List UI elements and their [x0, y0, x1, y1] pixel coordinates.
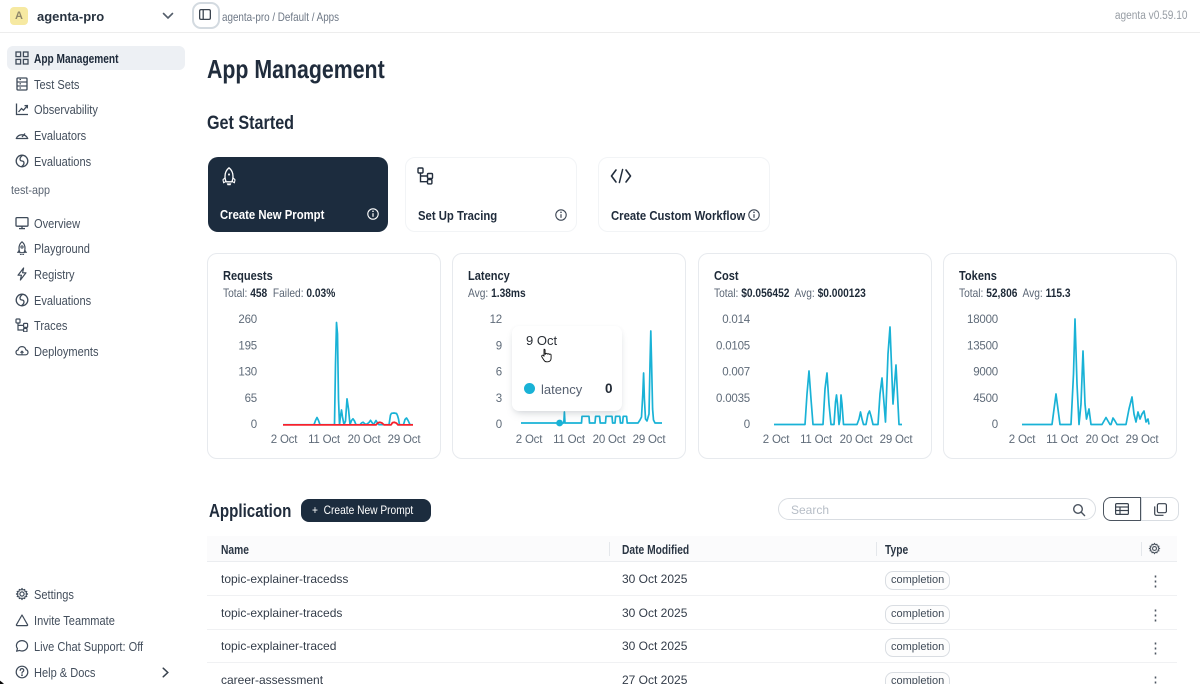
svg-text:65: 65 — [245, 393, 257, 405]
svg-text:9: 9 — [496, 341, 502, 353]
svg-text:6: 6 — [496, 367, 502, 379]
svg-text:11 Oct: 11 Oct — [1046, 434, 1079, 446]
svg-text:260: 260 — [238, 314, 257, 326]
svg-text:11 Oct: 11 Oct — [553, 434, 586, 446]
svg-text:0: 0 — [992, 419, 998, 431]
svg-text:29 Oct: 29 Oct — [880, 434, 914, 446]
svg-text:11 Oct: 11 Oct — [308, 434, 341, 446]
svg-text:29 Oct: 29 Oct — [633, 434, 667, 446]
svg-text:0.0035: 0.0035 — [716, 393, 750, 405]
svg-text:130: 130 — [238, 367, 257, 379]
svg-text:18000: 18000 — [967, 314, 998, 326]
svg-text:9000: 9000 — [973, 367, 998, 379]
svg-text:195: 195 — [238, 341, 257, 353]
svg-text:20 Oct: 20 Oct — [593, 434, 627, 446]
svg-text:0: 0 — [251, 419, 257, 431]
svg-text:2 Oct: 2 Oct — [1009, 434, 1036, 446]
svg-text:20 Oct: 20 Oct — [840, 434, 874, 446]
svg-text:0.0105: 0.0105 — [716, 341, 750, 353]
svg-text:3: 3 — [496, 393, 502, 405]
svg-text:4500: 4500 — [973, 393, 998, 405]
svg-text:20 Oct: 20 Oct — [348, 434, 382, 446]
svg-text:2 Oct: 2 Oct — [271, 434, 298, 446]
svg-text:0.007: 0.007 — [722, 367, 750, 379]
svg-text:2 Oct: 2 Oct — [516, 434, 543, 446]
svg-text:29 Oct: 29 Oct — [1126, 434, 1160, 446]
svg-text:0: 0 — [496, 419, 502, 431]
svg-text:2 Oct: 2 Oct — [763, 434, 790, 446]
svg-text:0: 0 — [744, 419, 750, 431]
svg-text:11 Oct: 11 Oct — [800, 434, 833, 446]
svg-text:0.014: 0.014 — [722, 314, 751, 326]
svg-text:12: 12 — [490, 314, 502, 326]
svg-text:20 Oct: 20 Oct — [1086, 434, 1120, 446]
svg-text:29 Oct: 29 Oct — [388, 434, 422, 446]
svg-text:13500: 13500 — [967, 341, 998, 353]
